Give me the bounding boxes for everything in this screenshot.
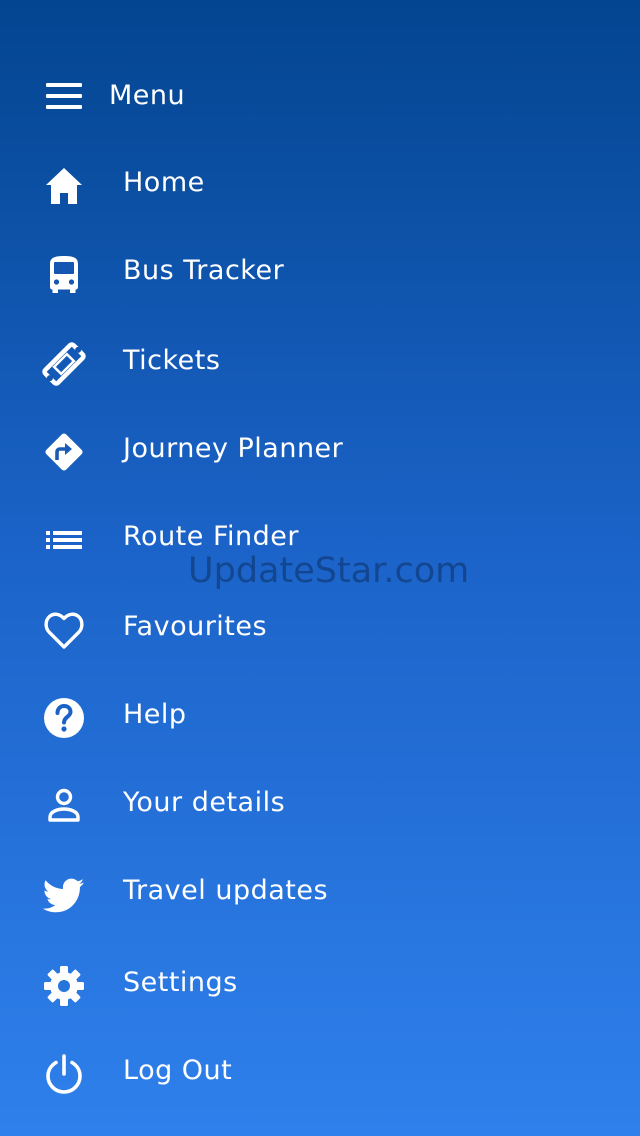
menu-item-label: Journey Planner (123, 433, 344, 464)
menu-title: Menu (109, 80, 186, 111)
menu-item-label: Log Out (123, 1055, 233, 1086)
gear-icon (40, 962, 88, 1010)
menu-screen: Menu Home Bus Tracker Tickets Journey Pl… (0, 0, 640, 1136)
menu-item-label: Your details (123, 787, 286, 818)
hamburger-icon[interactable] (46, 83, 82, 109)
menu-item-label: Home (123, 167, 205, 198)
menu-item-settings[interactable]: Settings (0, 948, 640, 1020)
twitter-icon (40, 870, 88, 918)
help-icon (40, 694, 88, 742)
menu-item-log-out[interactable]: Log Out (0, 1036, 640, 1108)
bus-icon (40, 250, 88, 298)
ticket-icon (40, 340, 88, 388)
menu-header: Menu (0, 62, 640, 130)
directions-icon (40, 428, 88, 476)
menu-item-label: Settings (123, 967, 238, 998)
menu-item-your-details[interactable]: Your details (0, 768, 640, 840)
menu-item-label: Route Finder (123, 521, 299, 552)
menu-item-bus-tracker[interactable]: Bus Tracker (0, 236, 640, 308)
menu-item-favourites[interactable]: Favourites (0, 592, 640, 664)
menu-item-label: Travel updates (123, 875, 329, 906)
watermark: UpdateStar.com (188, 551, 470, 591)
menu-item-label: Tickets (123, 345, 221, 376)
menu-item-home[interactable]: Home (0, 148, 640, 220)
menu-item-label: Help (123, 699, 187, 730)
heart-icon (40, 606, 88, 654)
menu-item-journey-planner[interactable]: Journey Planner (0, 414, 640, 486)
home-icon (40, 162, 88, 210)
user-icon (40, 782, 88, 830)
menu-item-travel-updates[interactable]: Travel updates (0, 856, 640, 928)
menu-item-label: Bus Tracker (123, 255, 285, 286)
menu-item-tickets[interactable]: Tickets (0, 326, 640, 398)
list-icon (40, 516, 88, 564)
power-icon (40, 1050, 88, 1098)
menu-item-help[interactable]: Help (0, 680, 640, 752)
menu-item-label: Favourites (123, 611, 268, 642)
